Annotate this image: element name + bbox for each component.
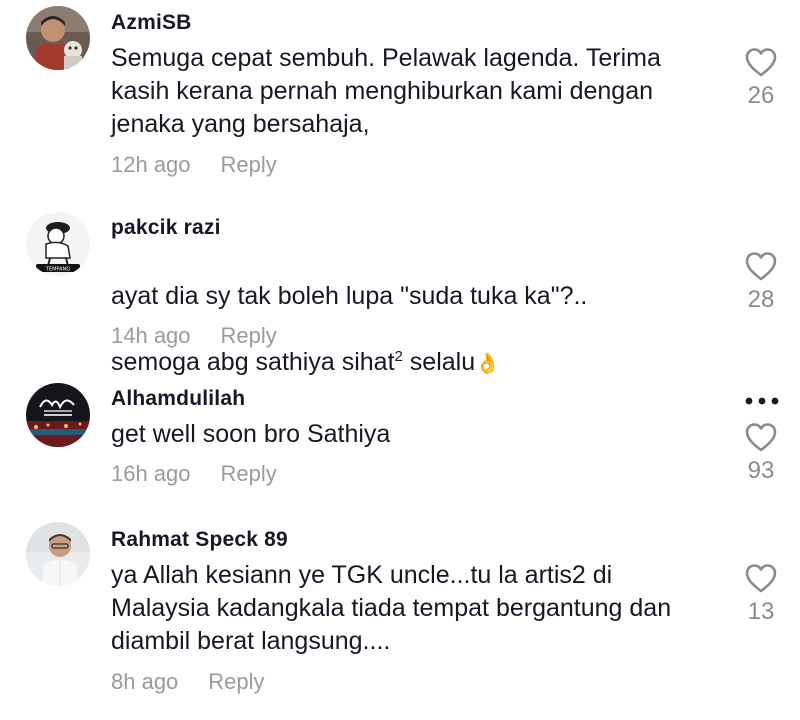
reply-button[interactable]: Reply: [221, 152, 277, 177]
reply-button[interactable]: Reply: [208, 669, 264, 694]
like-count: 26: [747, 82, 775, 109]
like-control: 26: [738, 46, 784, 110]
heart-outline-icon[interactable]: [744, 562, 778, 594]
like-control: 93: [738, 421, 784, 485]
like-control: 13: [738, 562, 784, 626]
comment-meta: 8h ago Reply: [111, 669, 265, 695]
like-control: 28: [738, 250, 784, 314]
avatar[interactable]: [26, 522, 90, 586]
reply-button[interactable]: Reply: [221, 461, 277, 486]
ok-hand-emoji: 👌: [475, 353, 501, 375]
comment-text: ya Allah kesiann ye TGK uncle...tu la ar…: [111, 561, 672, 655]
comment-meta: 12h ago Reply: [111, 152, 277, 178]
comment-meta: 16h ago Reply: [111, 461, 277, 487]
like-count: 93: [747, 457, 775, 484]
heart-outline-icon[interactable]: [744, 421, 778, 453]
comment-time: 12h ago: [111, 152, 191, 177]
superscript: 2: [394, 348, 403, 365]
comment-time: 8h ago: [111, 669, 179, 694]
comment-meta: 14h ago Reply: [111, 323, 277, 349]
avatar-image: TEMPANG: [26, 212, 90, 276]
comment-text: Semuga cepat sembuh. Pelawak lagenda. Te…: [111, 44, 661, 138]
more-options-icon[interactable]: [744, 395, 780, 407]
like-count: 28: [747, 286, 775, 313]
avatar[interactable]: [26, 6, 90, 70]
avatar[interactable]: TEMPANG: [26, 212, 90, 276]
comment-username[interactable]: Alhamdulilah: [111, 387, 245, 411]
comment-text-line: ayat dia sy tak boleh lupa "suda tuka ka…: [111, 282, 588, 310]
comment-text-line: semoga abg sathiya sihat: [111, 348, 395, 376]
comment-text: ayat dia sy tak boleh lupa "suda tuka ka…: [111, 247, 721, 381]
comment-username[interactable]: Rahmat Speck 89: [111, 528, 288, 552]
avatar-image: [26, 383, 90, 447]
like-count: 13: [747, 598, 775, 625]
avatar-image: [26, 522, 90, 586]
heart-outline-icon[interactable]: [744, 46, 778, 78]
comment-text-line: selalu: [402, 348, 476, 376]
avatar[interactable]: [26, 383, 90, 447]
reply-button[interactable]: Reply: [221, 323, 277, 348]
comment-text: get well soon bro Sathiya: [111, 420, 391, 448]
heart-outline-icon[interactable]: [744, 250, 778, 282]
comment-username[interactable]: pakcik razi: [111, 216, 221, 240]
avatar-image: [26, 6, 90, 70]
comment-time: 16h ago: [111, 461, 191, 486]
comment-username[interactable]: AzmiSB: [111, 11, 192, 35]
svg-text:TEMPANG: TEMPANG: [45, 267, 70, 273]
comment-time: 14h ago: [111, 323, 191, 348]
